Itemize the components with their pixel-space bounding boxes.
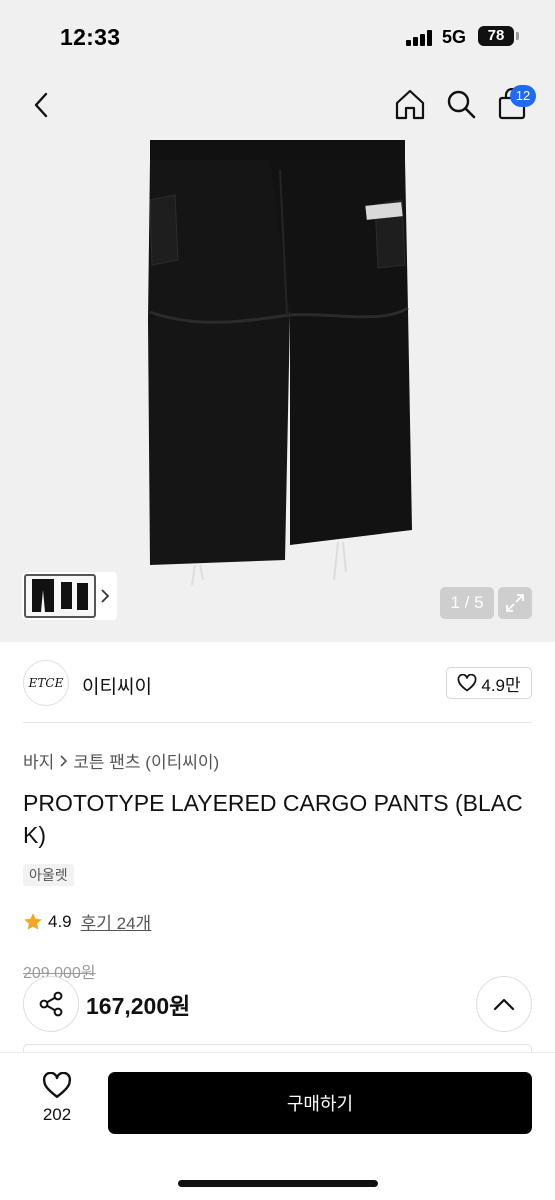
star-icon (24, 912, 42, 930)
home-button[interactable] (392, 86, 428, 122)
breadcrumb-subcategory[interactable]: 코튼 팬츠 (이티씨이) (73, 748, 219, 773)
expand-icon (506, 594, 524, 612)
search-icon (447, 90, 476, 119)
home-icon (395, 89, 425, 120)
wish-button[interactable]: 202 (28, 1072, 86, 1134)
review-link[interactable]: 후기 24개 (81, 909, 152, 934)
brand-logo[interactable]: ETCE (23, 660, 69, 706)
breadcrumb-category[interactable]: 바지 (23, 748, 54, 773)
brand-like-count: 4.9만 (481, 675, 521, 695)
breadcrumb: 바지 코튼 팬츠 (이티씨이) (23, 748, 219, 773)
cart-count-badge: 12 (510, 85, 536, 107)
chevron-right-icon (101, 589, 110, 603)
status-bar: 12:33 5G 78 (0, 0, 555, 70)
heart-icon (42, 1072, 72, 1098)
expand-button[interactable] (498, 587, 532, 619)
thumbnail-pants-1 (32, 579, 54, 612)
thumbnail-image[interactable] (24, 574, 96, 618)
brand-like-button[interactable]: 4.9만 (446, 667, 532, 699)
network-type: 5G (442, 27, 467, 47)
thumbnail-pants-2 (61, 582, 88, 610)
product-title: PROTOTYPE LAYERED CARGO PANTS (BLACK) (23, 790, 523, 848)
chevron-up-icon (493, 998, 515, 1011)
signal-icon (406, 30, 434, 46)
scroll-top-button[interactable] (476, 976, 532, 1032)
home-indicator (178, 1180, 378, 1187)
battery-tip (516, 32, 519, 40)
chevron-left-icon (34, 92, 48, 118)
rating-row: 4.9 후기 24개 (23, 909, 151, 934)
rating-value: 4.9 (48, 911, 72, 931)
back-button[interactable] (24, 86, 58, 124)
image-counter: 1 / 5 (440, 587, 494, 619)
sale-price: 167,200원 (86, 993, 191, 1019)
share-button[interactable] (23, 976, 79, 1032)
status-time: 12:33 (60, 24, 121, 50)
product-image[interactable] (140, 140, 430, 590)
share-icon (39, 991, 63, 1017)
chevron-right-icon (60, 754, 68, 767)
brand-name[interactable]: 이티씨이 (82, 672, 152, 699)
search-button[interactable] (444, 86, 478, 122)
wish-count: 202 (42, 1105, 72, 1124)
divider (23, 722, 532, 723)
thumbnail-strip[interactable] (22, 572, 117, 620)
outlet-badge: 아울렛 (23, 864, 74, 886)
battery-icon: 78 (478, 26, 514, 46)
buy-button[interactable]: 구매하기 (108, 1072, 532, 1134)
heart-icon (457, 674, 477, 692)
